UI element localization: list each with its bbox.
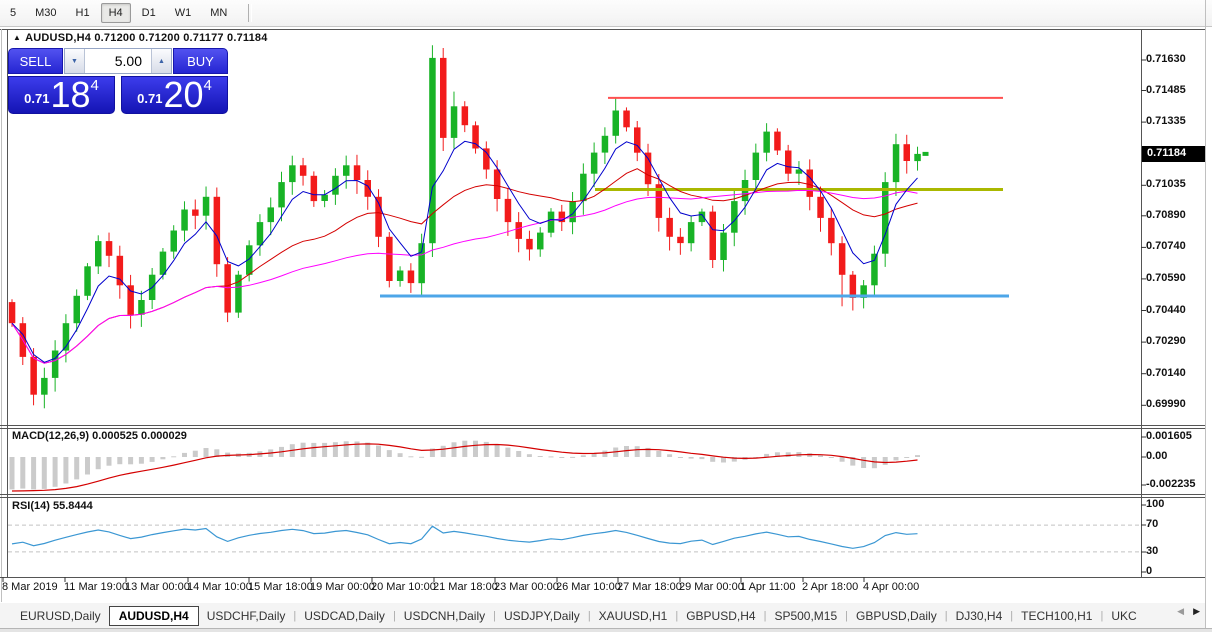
price-axis-label: 0.71630 (1146, 53, 1186, 65)
macd-axis-label: 0.00 (1146, 450, 1168, 462)
one-click-trade-panel: SELL ▼ 5.00 ▲ BUY 0.71 18 4 0.71 20 4 (8, 47, 228, 114)
tab-ukc[interactable]: UKC (1103, 607, 1144, 625)
timeframe-button-h1[interactable]: H1 (68, 3, 98, 23)
window-right-edge (1205, 0, 1206, 631)
time-axis-label: 26 Mar 10:00 (556, 581, 621, 593)
pane-separator[interactable] (0, 494, 1205, 495)
volume-increase-icon[interactable]: ▲ (151, 49, 171, 73)
time-axis-label: 21 Mar 18:00 (433, 581, 498, 593)
bid-price-button[interactable]: 0.71 18 4 (8, 76, 115, 114)
tabs-scroll-arrows: ◀ ▶ (1177, 606, 1200, 617)
tab-usdcnh-daily[interactable]: USDCNH,Daily (396, 607, 493, 625)
tab-eurusd-daily[interactable]: EURUSD,Daily (12, 607, 109, 625)
macd-indicator-label: MACD(12,26,9) 0.000525 0.000029 (12, 430, 187, 442)
tab-usdcad-daily[interactable]: USDCAD,Daily (296, 607, 393, 625)
ask-price-prefix: 0.71 (137, 91, 163, 106)
collapse-panel-icon[interactable]: ▲ (13, 33, 21, 42)
time-axis-label: 11 Mar 19:00 (64, 581, 129, 593)
time-axis-label: 19 Mar 00:00 (310, 581, 375, 593)
price-axis-label: 0.70740 (1146, 240, 1186, 252)
tab-usdchf-daily[interactable]: USDCHF,Daily (199, 607, 294, 625)
volume-decrease-icon[interactable]: ▼ (65, 49, 85, 73)
buy-button[interactable]: BUY (173, 48, 228, 74)
time-axis-label: 27 Mar 18:00 (617, 581, 682, 593)
volume-input[interactable]: 5.00 (85, 49, 151, 73)
volume-spinner: ▼ 5.00 ▲ (64, 48, 172, 74)
tab-dj30-h4[interactable]: DJ30,H4 (948, 607, 1011, 625)
rsi-axis-label: 100 (1146, 498, 1165, 510)
time-axis-label: 1 Apr 11:00 (740, 581, 796, 593)
time-axis-label: 15 Mar 18:00 (248, 581, 313, 593)
window-bottom-edge (0, 628, 1212, 632)
rsi-indicator-label: RSI(14) 55.8444 (12, 500, 93, 512)
sell-button[interactable]: SELL (8, 48, 63, 74)
price-axis-label: 0.71335 (1146, 115, 1186, 127)
macd-axis-label: 0.001605 (1146, 430, 1192, 442)
tab-sp500-m15[interactable]: SP500,M15 (766, 607, 845, 625)
bid-price-pip: 4 (90, 77, 99, 94)
time-axis-label: 4 Apr 00:00 (863, 581, 920, 593)
time-axis-label: 8 Mar 2019 (2, 581, 58, 593)
window-left-edge (1, 29, 2, 602)
trading-terminal-window: { "toolbar": { "timeframes": ["5", "M30"… (0, 0, 1212, 632)
timeframe-button-5[interactable]: 5 (2, 3, 24, 23)
timeframe-button-w1[interactable]: W1 (167, 3, 200, 23)
timeframe-button-d1[interactable]: D1 (134, 3, 164, 23)
time-axis-label: 29 Mar 00:00 (679, 581, 744, 593)
timeframe-button-m30[interactable]: M30 (27, 3, 64, 23)
tab-gbpusd-h4[interactable]: GBPUSD,H4 (678, 607, 763, 625)
timeframe-buttons: 5 M30 H1 H4 D1 W1 MN (2, 3, 238, 23)
ask-price-main: 20 (163, 74, 204, 115)
price-axis-label: 0.71035 (1146, 178, 1186, 190)
price-axis-label: 0.71485 (1146, 84, 1186, 96)
tabs-scroll-right-icon[interactable]: ▶ (1193, 606, 1200, 617)
timeframe-toolbar: 5 M30 H1 H4 D1 W1 MN (0, 0, 1212, 27)
macd-axis-label: -0.002235 (1146, 478, 1196, 490)
timeframe-button-mn[interactable]: MN (202, 3, 235, 23)
tab-audusd-h4[interactable]: AUDUSD,H4 (108, 605, 199, 626)
tab-tech100-h1[interactable]: TECH100,H1 (1013, 607, 1100, 625)
tab-usdjpy-daily[interactable]: USDJPY,Daily (496, 607, 588, 625)
price-axis-label: 0.69990 (1146, 398, 1186, 410)
price-axis-label: 0.70890 (1146, 209, 1186, 221)
rsi-axis-label: 70 (1146, 518, 1159, 530)
chart-tabs-bar: EURUSD,Daily AUDUSD,H4 USDCHF,Daily | USDCAD… (0, 603, 1205, 628)
time-axis-border (0, 577, 1205, 578)
ask-price-button[interactable]: 0.71 20 4 (121, 76, 228, 114)
pane-separator[interactable] (0, 497, 1205, 498)
time-axis-label: 23 Mar 00:00 (494, 581, 559, 593)
rsi-axis-label: 30 (1146, 545, 1159, 557)
bid-price-prefix: 0.71 (24, 91, 50, 106)
rsi-axis-label: 0 (1146, 565, 1153, 577)
current-price-badge: 0.71184 (1142, 146, 1205, 162)
bid-price-main: 18 (50, 74, 91, 115)
price-axis-label: 0.70140 (1146, 367, 1186, 379)
price-axis-label: 0.70590 (1146, 272, 1186, 284)
ask-price-pip: 4 (203, 77, 212, 94)
time-axis-label: 14 Mar 10:00 (187, 581, 252, 593)
price-axis-label: 0.70440 (1146, 304, 1186, 316)
chart-top-border (0, 29, 1205, 30)
time-axis-label: 13 Mar 00:00 (125, 581, 190, 593)
timeframe-button-h4[interactable]: H4 (100, 3, 131, 23)
pane-separator[interactable] (0, 428, 1205, 429)
pane-separator[interactable] (0, 425, 1205, 426)
ohlc-text: AUDUSD,H4 0.71200 0.71200 0.71177 0.7118… (25, 32, 268, 44)
tabs-scroll-left-icon[interactable]: ◀ (1177, 606, 1184, 617)
tab-xauusd-h1[interactable]: XAUUSD,H1 (591, 607, 676, 625)
toolbar-separator (248, 4, 253, 22)
tab-gbpusd-daily[interactable]: GBPUSD,Daily (848, 607, 945, 625)
time-axis-label: 2 Apr 18:00 (802, 581, 859, 593)
time-axis-label: 20 Mar 10:00 (371, 581, 436, 593)
ohlc-header: ▲ AUDUSD,H4 0.71200 0.71200 0.71177 0.711… (13, 32, 268, 44)
price-axis-label: 0.70290 (1146, 335, 1186, 347)
